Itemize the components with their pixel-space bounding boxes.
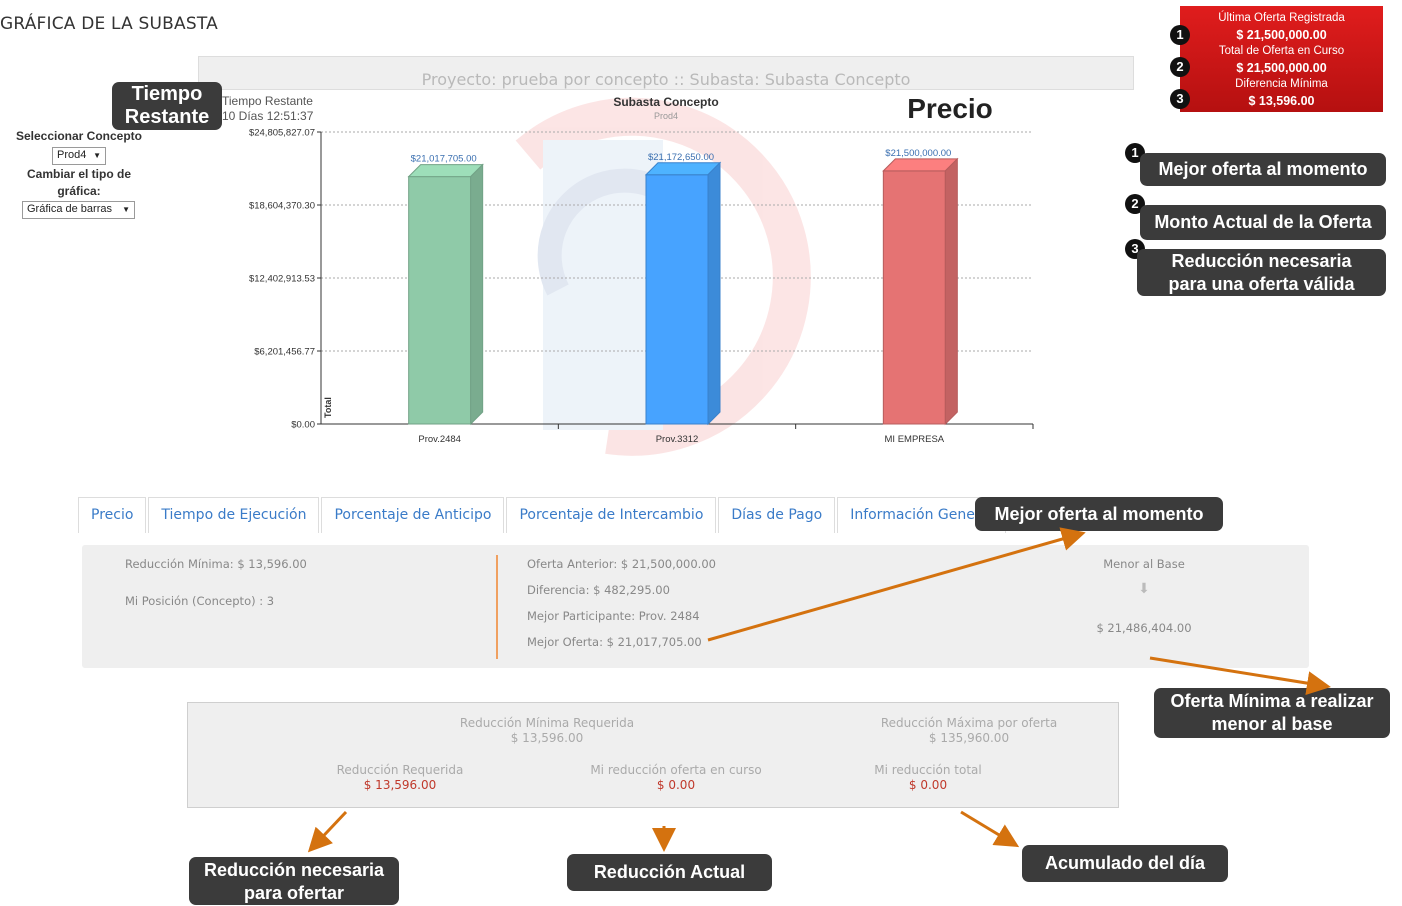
annotation-arrows (307, 527, 1331, 853)
arrow (960, 810, 1020, 848)
arrow (307, 810, 348, 853)
arrow (1149, 656, 1331, 696)
arrow (707, 527, 1086, 642)
